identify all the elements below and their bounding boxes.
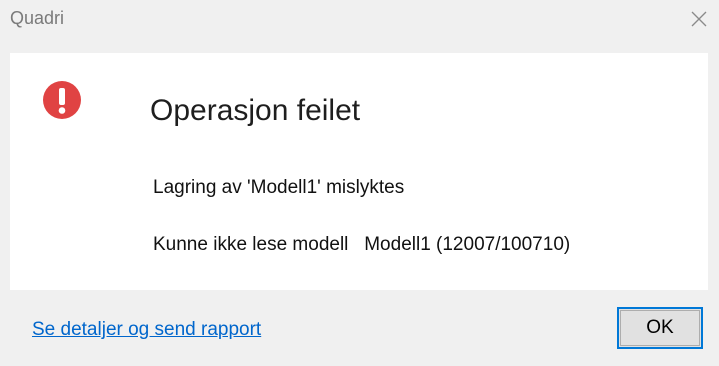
- details-report-link[interactable]: Se detaljer og send rapport: [32, 318, 261, 342]
- ok-button[interactable]: OK: [617, 307, 703, 349]
- message-heading: Operasjon feilet: [150, 94, 361, 127]
- title-bar: Quadri: [0, 0, 719, 38]
- window-title: Quadri: [10, 8, 65, 28]
- message-line-save-failed: Lagring av 'Modell1' mislyktes: [153, 177, 405, 198]
- error-dialog: Quadri Operasjon feilet Lagring av 'Mode…: [0, 0, 719, 366]
- close-icon: [690, 10, 708, 28]
- error-icon: [43, 81, 81, 119]
- dialog-footer: Se detaljer og send rapport OK: [10, 290, 708, 366]
- message-line-read-failed: Kunne ikke lese modell Modell1 (12007/10…: [153, 234, 571, 255]
- message-panel: Operasjon feilet Lagring av 'Modell1' mi…: [10, 53, 708, 290]
- close-button[interactable]: [679, 0, 719, 38]
